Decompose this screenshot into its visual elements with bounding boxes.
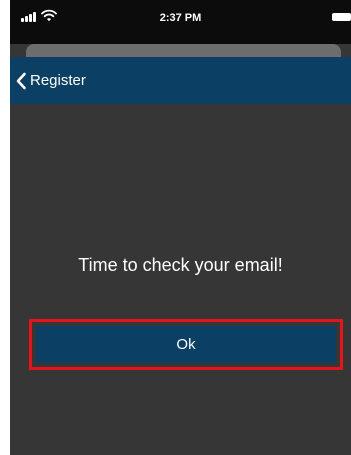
ok-button-highlight: Ok	[29, 319, 343, 370]
chevron-left-icon	[16, 72, 26, 89]
nav-bar: Register	[10, 57, 351, 104]
app-screen: 2:37 PM Register Time to check your emai…	[10, 0, 351, 455]
back-label: Register	[30, 72, 86, 89]
search-bar-stub	[26, 44, 341, 58]
status-time: 2:37 PM	[159, 12, 202, 24]
confirmation-message: Time to check your email!	[78, 255, 283, 275]
back-button[interactable]: Register	[15, 57, 86, 104]
status-bar: 2:37 PM	[10, 0, 351, 44]
ok-button[interactable]: Ok	[36, 326, 336, 363]
battery-icon	[332, 13, 351, 21]
